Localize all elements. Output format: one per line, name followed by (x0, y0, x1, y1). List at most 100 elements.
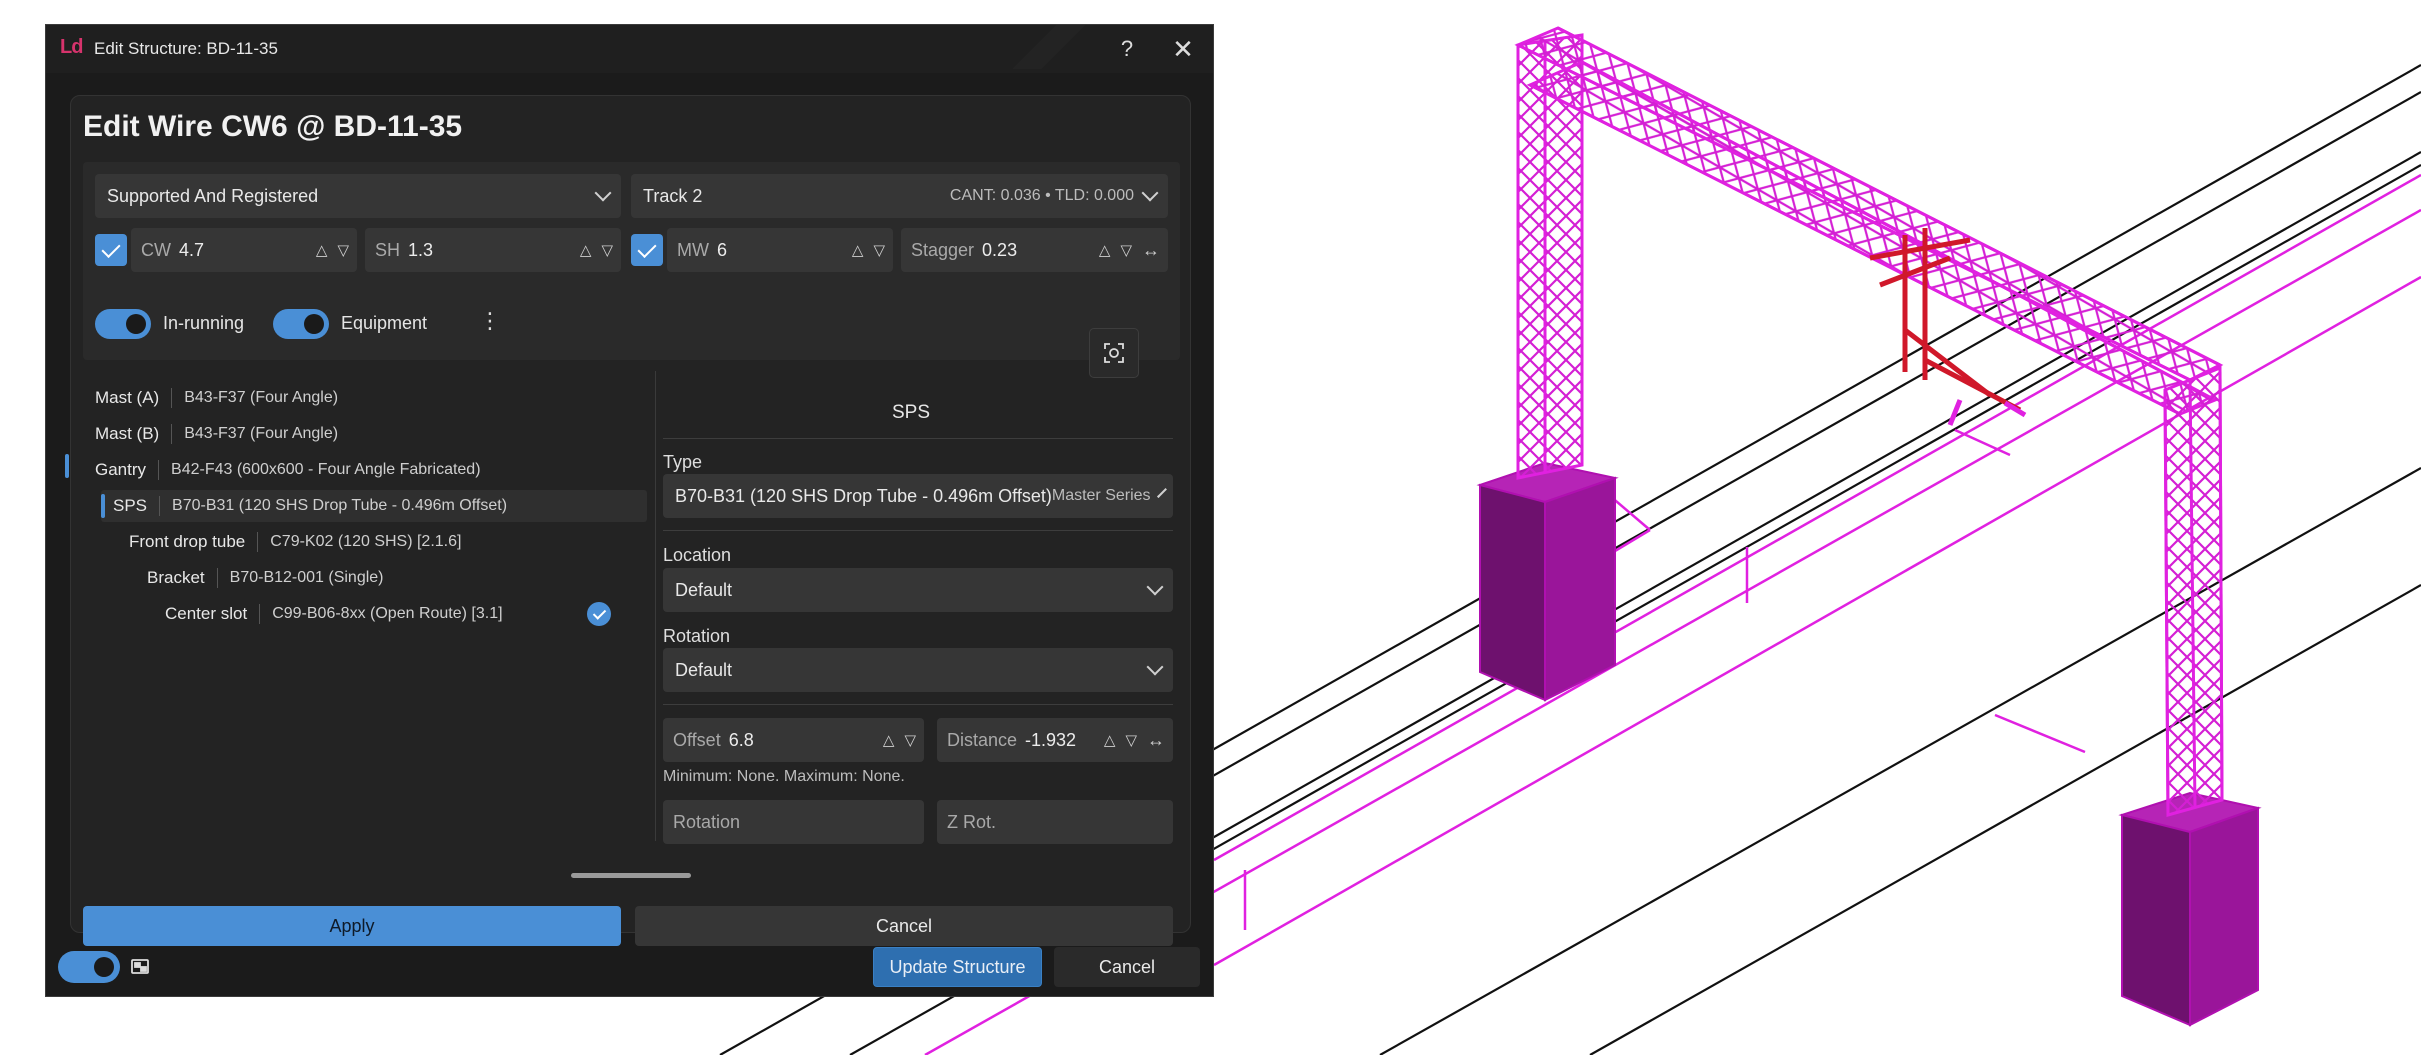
equipment-toggle[interactable] (273, 309, 329, 339)
spinner-up-icon[interactable]: △ (316, 241, 328, 259)
mast-a-foundation (1476, 461, 1619, 702)
apply-button[interactable]: Apply (83, 906, 621, 946)
type-series: Master Series (1051, 487, 1151, 504)
in-running-toggle[interactable] (95, 309, 151, 339)
distance-label: Distance (947, 729, 1018, 750)
cancel-button[interactable]: Cancel (635, 906, 1173, 946)
tree-item-front-drop-tube[interactable]: Front drop tube C79-K02 (120 SHS) [2.1.6] (129, 526, 461, 558)
tree-item-bracket[interactable]: Bracket B70-B12-001 (Single) (147, 562, 384, 594)
offset-value: 6.8 (728, 729, 754, 750)
rotation-dropdown[interactable]: Default (663, 648, 1173, 692)
tree-desc: B42-F43 (600x600 - Four Angle Fabricated… (171, 461, 481, 478)
stagger-field[interactable]: Stagger 0.23 △ ▽ ↔ (901, 228, 1168, 272)
spinner-down-icon[interactable]: ▽ (904, 731, 916, 749)
sh-field[interactable]: SH 1.3 △ ▽ (365, 228, 621, 272)
update-structure-button[interactable]: Update Structure (873, 947, 1042, 987)
tree-item-gantry[interactable]: Gantry B42-F43 (600x600 - Four Angle Fabr… (95, 454, 481, 486)
resize-arrows-icon[interactable]: ↔ (1142, 240, 1160, 261)
dialog-title: Edit Wire CW6 @ BD-11-35 (83, 110, 463, 143)
app-logo: Ld (60, 36, 83, 58)
mw-field[interactable]: MW 6 △ ▽ (667, 228, 893, 272)
type-label: Type (663, 452, 703, 472)
spinner-down-icon[interactable]: ▽ (1120, 241, 1132, 259)
z-rot-input[interactable]: Z Rot. (937, 800, 1173, 844)
tree-desc: B70-B31 (120 SHS Drop Tube - 0.496m Offs… (172, 497, 508, 514)
location-dropdown[interactable]: Default (663, 568, 1173, 612)
pane-divider[interactable] (655, 371, 656, 841)
mw-checkbox[interactable] (631, 234, 663, 266)
cw-checkbox[interactable] (95, 234, 127, 266)
type-value: B70-B31 (120 SHS Drop Tube - 0.496m Offs… (675, 485, 1052, 506)
tree-key: Front drop tube (129, 532, 259, 552)
mast-b-foundation (2118, 791, 2262, 1027)
mw-value: 6 (716, 239, 727, 260)
focus-target-button[interactable] (1089, 328, 1139, 378)
toggle-knob (126, 314, 146, 334)
spinner-down-icon[interactable]: ▽ (601, 241, 613, 259)
cw-label: CW (141, 239, 171, 260)
track-detail: CANT: 0.036 • TLD: 0.000 (949, 187, 1134, 204)
registration-dropdown[interactable]: Supported And Registered (95, 174, 621, 218)
chevron-down-icon (1146, 578, 1164, 596)
footer-toggle[interactable] (58, 951, 120, 983)
kebab-menu-icon[interactable]: ⋮ (479, 308, 501, 334)
divider (663, 704, 1173, 705)
tree-item-center-slot[interactable]: Center slot C99-B06-8xx (Open Route) [3.1… (165, 598, 503, 630)
rotation-placeholder: Rotation (673, 811, 741, 832)
range-hint: Minimum: None. Maximum: None. (663, 768, 905, 785)
stagger-value: 0.23 (982, 239, 1018, 260)
location-label: Location (663, 545, 732, 565)
tree-desc: C99-B06-8xx (Open Route) [3.1] (272, 605, 503, 622)
close-icon[interactable]: ✕ (1155, 25, 1211, 73)
type-dropdown[interactable]: B70-B31 (120 SHS Drop Tube - 0.496m Offs… (663, 474, 1173, 518)
wire-controls-panel: Supported And Registered Track 2 CANT: 0… (83, 162, 1180, 360)
footer-cancel-button[interactable]: Cancel (1054, 947, 1200, 987)
gantry-truss (1514, 26, 2224, 817)
help-icon[interactable]: ? (1099, 25, 1155, 73)
distance-field[interactable]: Distance -1.932 △ ▽ ↔ (937, 718, 1173, 762)
divider (663, 530, 1173, 531)
toggle-knob (304, 314, 324, 334)
tree-desc: B43-F37 (Four Angle) (184, 389, 339, 406)
cw-value: 4.7 (179, 239, 205, 260)
in-running-label: In-running (163, 313, 245, 333)
spinner-down-icon[interactable]: ▽ (337, 241, 349, 259)
spinner-up-icon[interactable]: △ (883, 731, 895, 749)
tree-item-mast-a[interactable]: Mast (A) B43-F37 (Four Angle) (95, 382, 338, 414)
tree-desc: B70-B12-001 (Single) (229, 569, 384, 586)
distance-value: -1.932 (1025, 729, 1077, 750)
focus-target-icon (1104, 343, 1124, 363)
track-dropdown[interactable]: Track 2 CANT: 0.036 • TLD: 0.000 (631, 174, 1168, 218)
spinner-up-icon[interactable]: △ (580, 241, 592, 259)
tree-item-mast-b[interactable]: Mast (B) B43-F37 (Four Angle) (95, 418, 338, 450)
spinner-up-icon[interactable]: △ (1104, 731, 1116, 749)
horizontal-scrollbar[interactable] (571, 873, 691, 878)
equipment-label: Equipment (341, 313, 428, 333)
window-titlebar: Ld Edit Structure: BD-11-35 ? ✕ (46, 25, 1213, 73)
stagger-label: Stagger (911, 239, 975, 260)
rotation-label: Rotation (663, 626, 731, 646)
spinner-down-icon[interactable]: ▽ (873, 241, 885, 259)
check-circle-icon (587, 602, 611, 626)
mw-label: MW (677, 239, 709, 260)
sh-label: SH (375, 239, 401, 260)
sps-panel-title: SPS (891, 402, 931, 423)
tree-key: Center slot (165, 604, 261, 624)
offset-field[interactable]: Offset 6.8 △ ▽ (663, 718, 924, 762)
track-label: Track 2 (643, 185, 703, 206)
spinner-down-icon[interactable]: ▽ (1125, 731, 1137, 749)
spinner-up-icon[interactable]: △ (1099, 241, 1111, 259)
window-title: Edit Structure: BD-11-35 (94, 39, 278, 58)
tree-item-sps[interactable]: SPS B70-B31 (120 SHS Drop Tube - 0.496m O… (101, 490, 647, 522)
registration-value: Supported And Registered (107, 185, 319, 206)
rotation-input[interactable]: Rotation (663, 800, 924, 844)
spinner-up-icon[interactable]: △ (852, 241, 864, 259)
selection-indicator (101, 494, 105, 518)
resize-arrows-icon[interactable]: ↔ (1147, 730, 1165, 751)
toggle-knob (94, 957, 114, 977)
tree-key: Mast (B) (95, 424, 173, 444)
window-mode-icon[interactable] (130, 957, 150, 977)
cw-field[interactable]: CW 4.7 △ ▽ (131, 228, 357, 272)
chevron-down-icon (1156, 488, 1167, 498)
sh-value: 1.3 (408, 239, 434, 260)
